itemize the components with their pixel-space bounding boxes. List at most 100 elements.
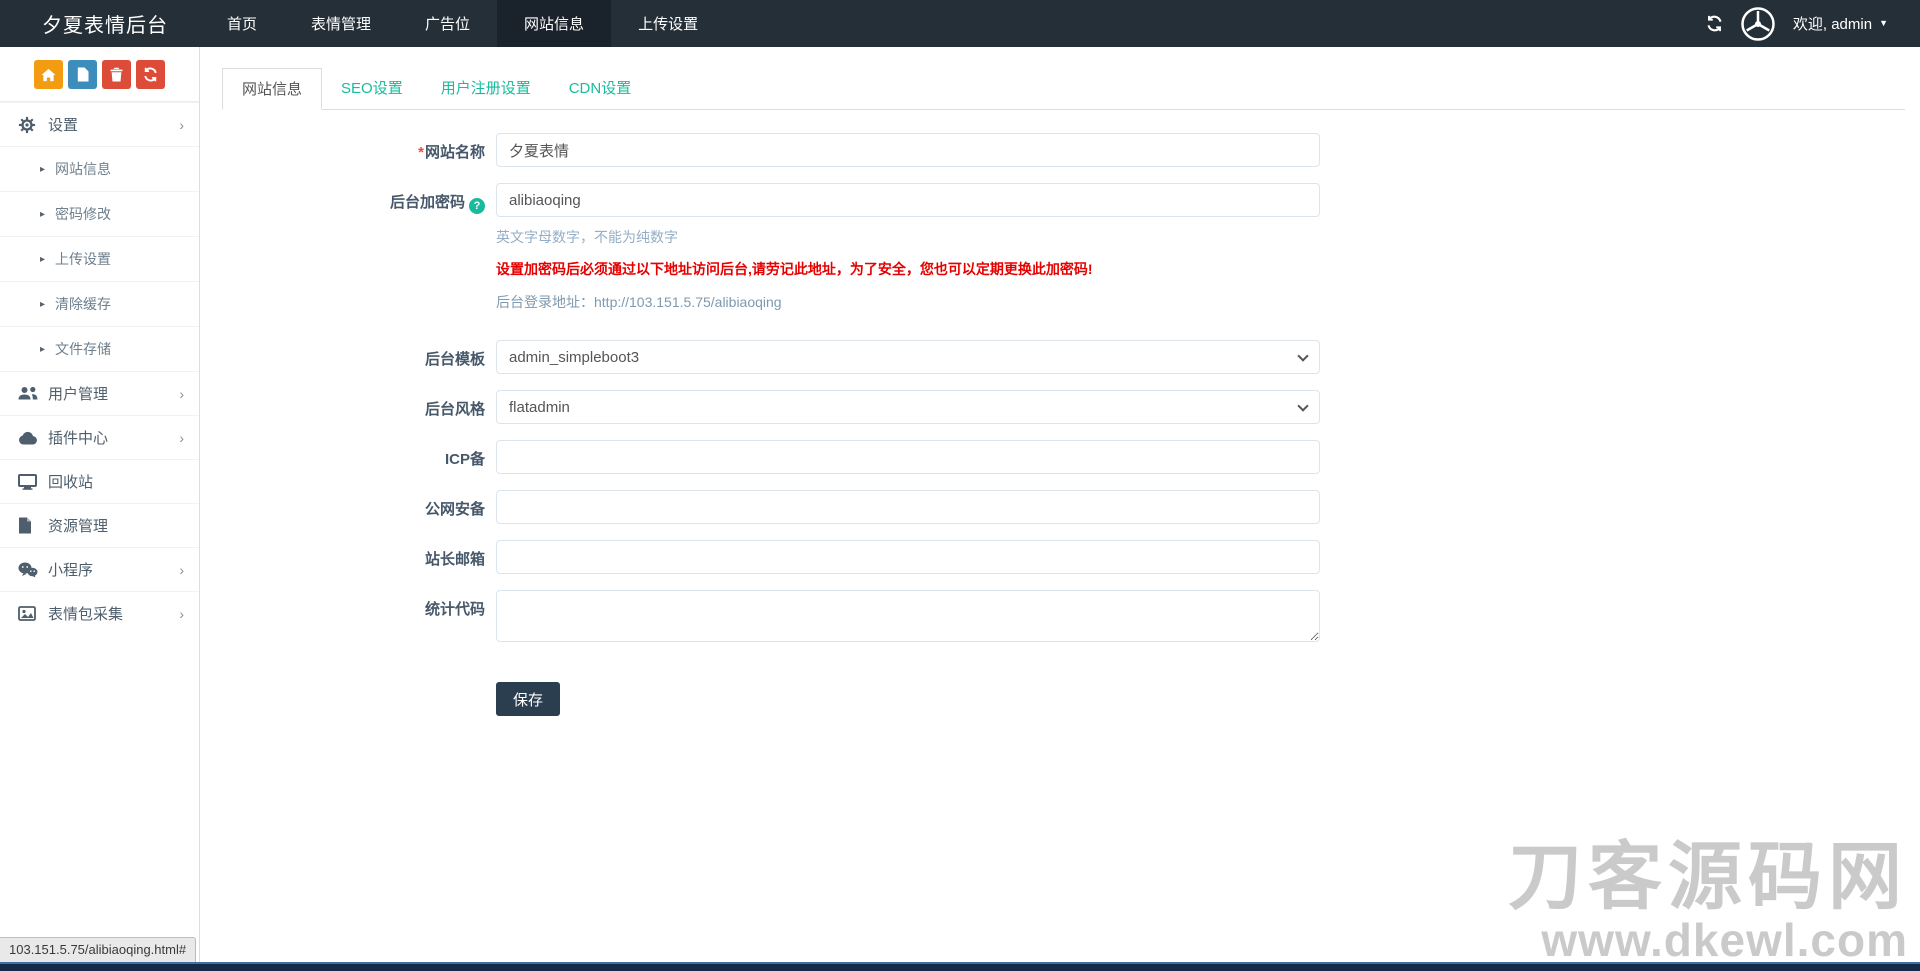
refresh-icon[interactable] <box>1706 15 1723 32</box>
chevron-right-icon: › <box>179 606 184 622</box>
sidebar-item-label: 设置 <box>48 114 78 135</box>
status-link-preview: 103.151.5.75/alibiaoqing.html# <box>0 937 196 962</box>
icp-label: ICP备 <box>200 440 496 474</box>
nav-item-ad-slot[interactable]: 广告位 <box>398 0 497 47</box>
file-icon[interactable] <box>68 60 97 89</box>
sidebar-item-label: 小程序 <box>48 559 93 580</box>
sidebar-subitem-site-info[interactable]: ▸ 网站信息 <box>0 146 199 191</box>
form-row-site-name: *网站名称 <box>200 133 1920 167</box>
subitem-label: 文件存储 <box>55 339 111 359</box>
admin-code-hint: 英文字母数字，不能为纯数字 <box>496 227 1320 247</box>
form-row-admin-code: 后台加密码? 英文字母数字，不能为纯数字 设置加密码后必须通过以下地址访问后台,… <box>200 183 1920 312</box>
required-mark: * <box>418 144 424 161</box>
brand-title: 夕夏表情后台 <box>0 0 200 47</box>
gear-icon <box>18 116 48 134</box>
avatar[interactable] <box>1740 6 1776 42</box>
form-row-icp: ICP备 <box>200 440 1920 474</box>
form-row-stats-code: 统计代码 <box>200 590 1920 647</box>
sidebar-item-label: 插件中心 <box>48 427 108 448</box>
sidebar-item-resource-manage[interactable]: 资源管理 <box>0 503 199 547</box>
cloud-icon <box>18 431 48 445</box>
email-input[interactable] <box>496 540 1320 574</box>
submenu-arrow-icon: ▸ <box>40 209 45 220</box>
sidebar-item-label: 表情包采集 <box>48 603 123 624</box>
style-select[interactable]: flatadmin <box>496 390 1320 424</box>
save-button[interactable]: 保存 <box>496 682 560 716</box>
chevron-right-icon: › <box>179 562 184 578</box>
sidebar-item-mini-program[interactable]: 小程序 › <box>0 547 199 591</box>
template-label: 后台模板 <box>200 340 496 374</box>
sidebar: 设置 › ▸ 网站信息 ▸ 密码修改 ▸ 上传设置 ▸ 清除缓存 ▸ 文件存储 … <box>0 47 200 962</box>
form-row-gongan: 公网安备 <box>200 490 1920 524</box>
form-row-template: 后台模板 admin_simpleboot3 <box>200 340 1920 374</box>
admin-login-url: 后台登录地址：http://103.151.5.75/alibiaoqing <box>496 292 1320 312</box>
recycle-icon[interactable] <box>136 60 165 89</box>
email-label: 站长邮箱 <box>200 540 496 574</box>
desktop-icon <box>18 474 48 490</box>
sidebar-item-emoji-collect[interactable]: 表情包采集 › <box>0 591 199 635</box>
form-row-style: 后台风格 flatadmin <box>200 390 1920 424</box>
template-select[interactable]: admin_simpleboot3 <box>496 340 1320 374</box>
tab-user-register-settings[interactable]: 用户注册设置 <box>422 68 550 110</box>
sidebar-item-label: 资源管理 <box>48 515 108 536</box>
site-info-form: *网站名称 后台加密码? 英文字母数字，不能为纯数字 设置加密码后必须通过以下地… <box>200 133 1920 716</box>
submenu-arrow-icon: ▸ <box>40 299 45 310</box>
caret-down-icon: ▼ <box>1879 19 1888 28</box>
site-name-input[interactable] <box>496 133 1320 167</box>
sidebar-item-settings[interactable]: 设置 › <box>0 102 199 146</box>
stats-code-textarea[interactable] <box>496 590 1320 642</box>
sidebar-subitem-password[interactable]: ▸ 密码修改 <box>0 191 199 236</box>
top-navbar: 夕夏表情后台 首页 表情管理 广告位 网站信息 上传设置 <box>0 0 1920 47</box>
subitem-label: 密码修改 <box>55 204 111 224</box>
submenu-arrow-icon: ▸ <box>40 344 45 355</box>
user-menu[interactable]: 欢迎, admin ▼ <box>1793 13 1888 34</box>
sidebar-subitem-file-storage[interactable]: ▸ 文件存储 <box>0 326 199 371</box>
sidebar-subitem-upload[interactable]: ▸ 上传设置 <box>0 236 199 281</box>
sidebar-item-user-manage[interactable]: 用户管理 › <box>0 371 199 415</box>
chevron-right-icon: › <box>179 386 184 402</box>
sidebar-item-label: 用户管理 <box>48 383 108 404</box>
site-name-label: *网站名称 <box>200 133 496 167</box>
tab-bar: 网站信息 SEO设置 用户注册设置 CDN设置 <box>222 68 1905 110</box>
admin-code-label: 后台加密码? <box>200 183 496 312</box>
submenu-arrow-icon: ▸ <box>40 164 45 175</box>
form-row-email: 站长邮箱 <box>200 540 1920 574</box>
tab-cdn-settings[interactable]: CDN设置 <box>550 68 651 110</box>
home-icon[interactable] <box>34 60 63 89</box>
subitem-label: 清除缓存 <box>55 294 111 314</box>
admin-code-warning: 设置加密码后必须通过以下地址访问后台,请劳记此地址，为了安全，您也可以定期更换此… <box>496 259 1320 279</box>
chevron-right-icon: › <box>179 430 184 446</box>
gongan-input[interactable] <box>496 490 1320 524</box>
nav-item-emoji-manage[interactable]: 表情管理 <box>284 0 398 47</box>
gongan-label: 公网安备 <box>200 490 496 524</box>
trash-icon[interactable] <box>102 60 131 89</box>
icp-input[interactable] <box>496 440 1320 474</box>
chevron-right-icon: › <box>179 117 184 133</box>
navbar-right: 欢迎, admin ▼ <box>1706 0 1920 47</box>
sidebar-item-plugin-center[interactable]: 插件中心 › <box>0 415 199 459</box>
image-icon <box>18 606 48 621</box>
tab-site-info[interactable]: 网站信息 <box>222 68 322 110</box>
sidebar-item-recycle-bin[interactable]: 回收站 <box>0 459 199 503</box>
subitem-label: 网站信息 <box>55 159 111 179</box>
document-icon <box>18 517 48 534</box>
taskbar-strip <box>0 962 1920 971</box>
sidebar-item-label: 回收站 <box>48 471 93 492</box>
navbar-menu: 首页 表情管理 广告位 网站信息 上传设置 <box>200 0 725 47</box>
stats-code-label: 统计代码 <box>200 590 496 647</box>
subitem-label: 上传设置 <box>55 249 111 269</box>
tab-seo-settings[interactable]: SEO设置 <box>322 68 422 110</box>
nav-item-site-info[interactable]: 网站信息 <box>497 0 611 47</box>
wechat-icon <box>18 562 48 578</box>
help-icon[interactable]: ? <box>469 198 485 214</box>
nav-item-upload-settings[interactable]: 上传设置 <box>611 0 725 47</box>
nav-item-home[interactable]: 首页 <box>200 0 284 47</box>
submenu-arrow-icon: ▸ <box>40 254 45 265</box>
admin-code-input[interactable] <box>496 183 1320 217</box>
main-content: 网站信息 SEO设置 用户注册设置 CDN设置 *网站名称 后台加密码? 英文字… <box>200 47 1920 962</box>
style-label: 后台风格 <box>200 390 496 424</box>
users-icon <box>18 386 48 401</box>
quick-buttons <box>0 47 199 102</box>
welcome-text: 欢迎, admin <box>1793 13 1872 34</box>
sidebar-subitem-clear-cache[interactable]: ▸ 清除缓存 <box>0 281 199 326</box>
